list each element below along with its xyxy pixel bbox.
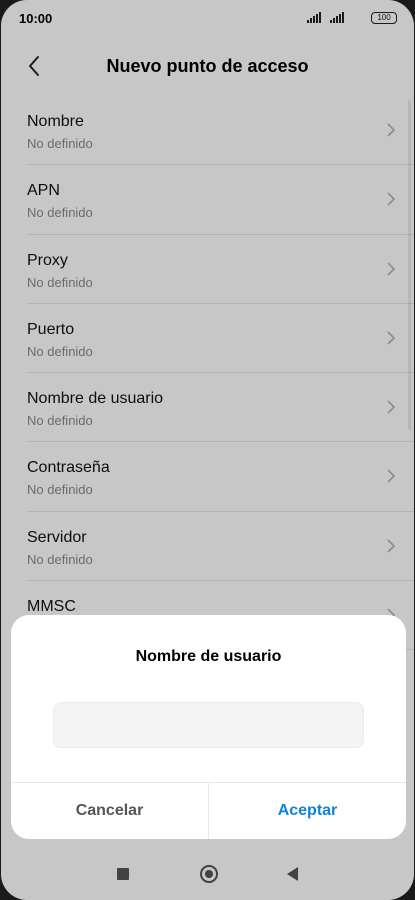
- cancel-button[interactable]: Cancelar: [11, 783, 209, 839]
- input-dialog: Nombre de usuario Cancelar Aceptar: [11, 615, 406, 839]
- phone-screen: 10:00 100 Nuevo punto de acceso Nombre N…: [1, 0, 414, 900]
- dialog-title: Nombre de usuario: [135, 648, 282, 665]
- accept-button[interactable]: Aceptar: [209, 783, 406, 839]
- dialog-actions: Cancelar Aceptar: [11, 782, 406, 839]
- username-input[interactable]: [53, 702, 364, 748]
